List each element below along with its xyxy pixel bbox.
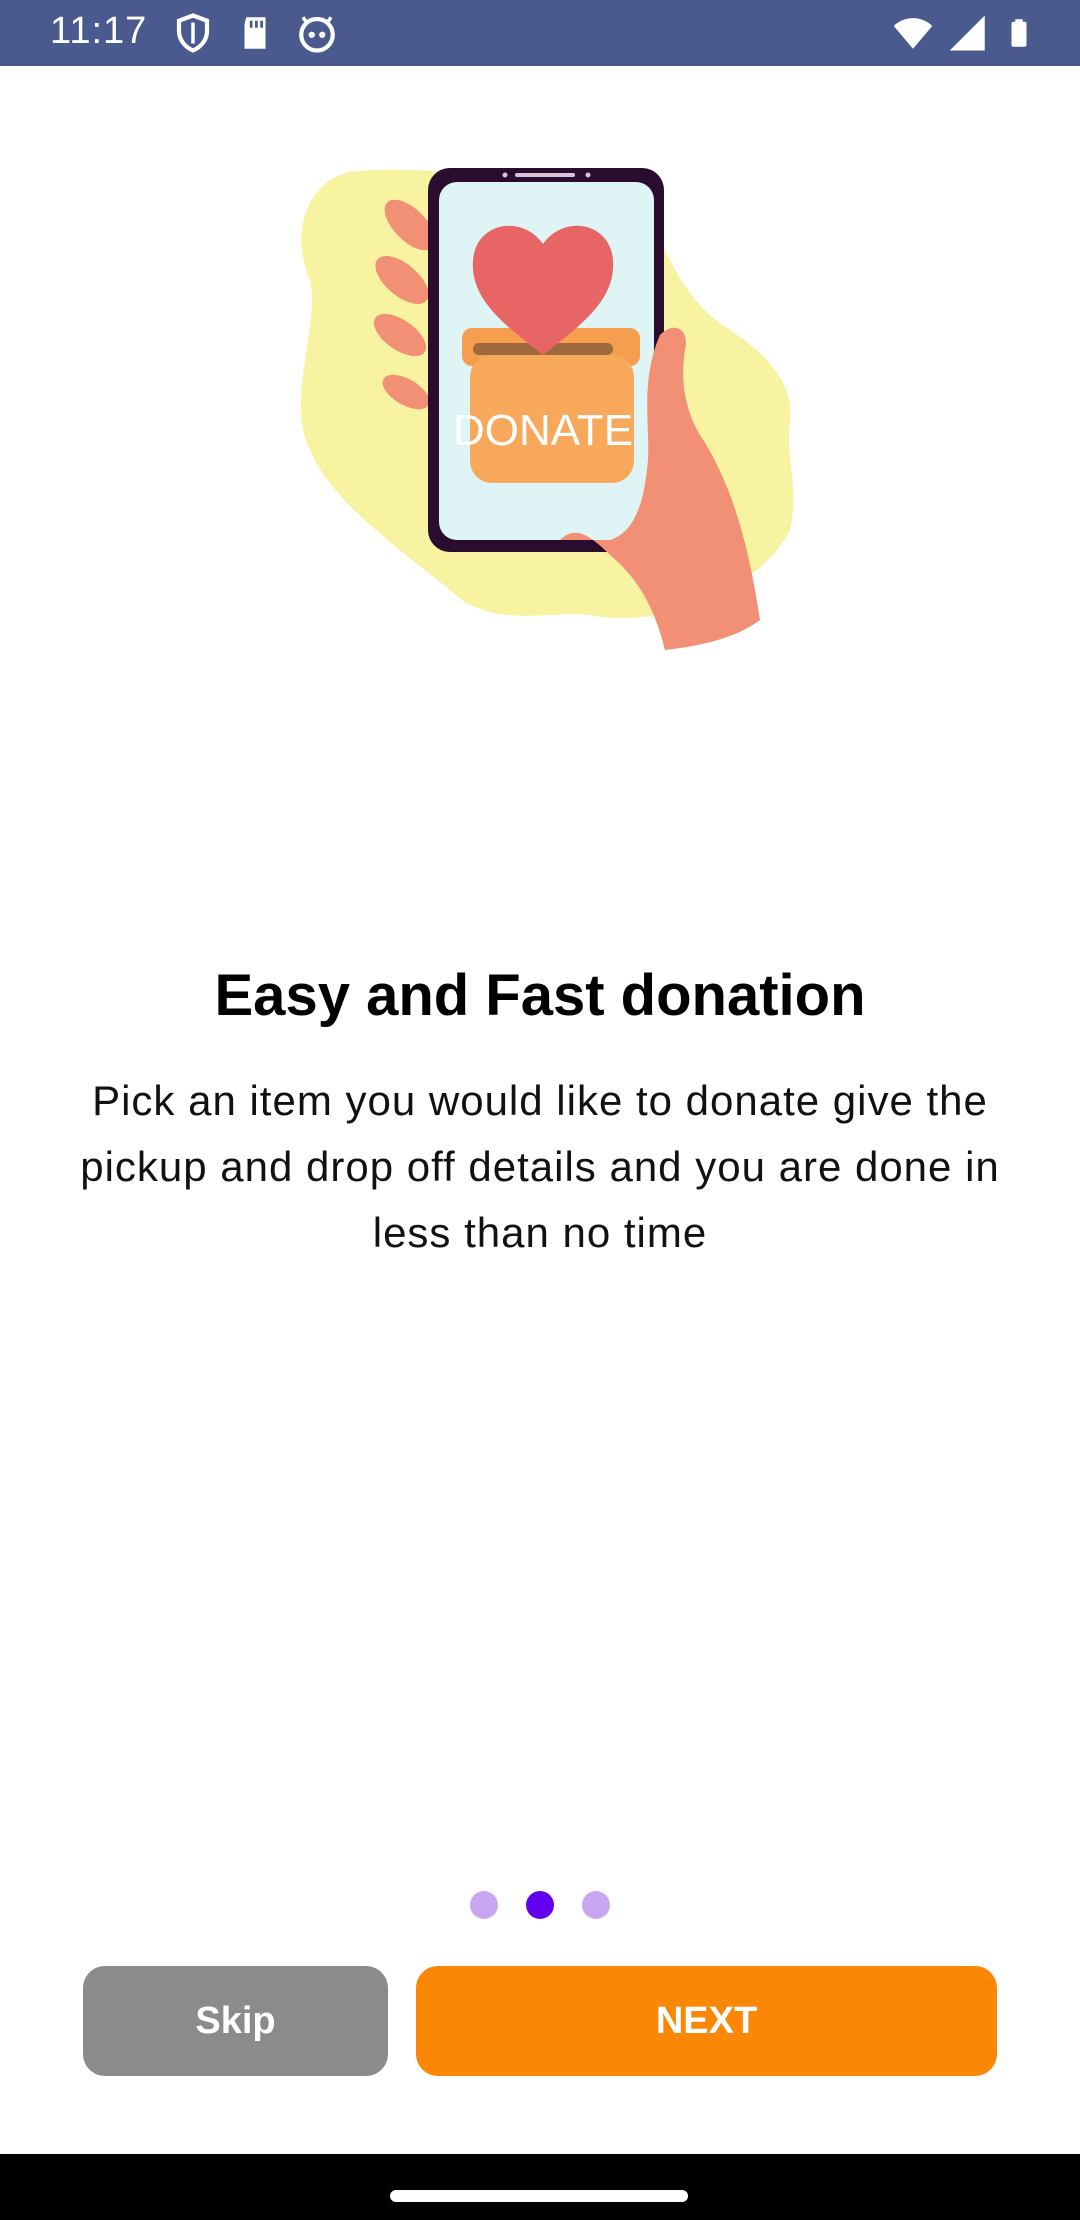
status-time: 11:17 — [50, 10, 148, 52]
page-dot-3[interactable] — [582, 1891, 610, 1919]
battery-icon — [1011, 19, 1027, 47]
page-dot-2-active[interactable] — [526, 1891, 554, 1919]
home-gesture-handle[interactable] — [390, 2190, 688, 2202]
signal-icon — [949, 15, 985, 51]
shield-icon — [176, 13, 210, 53]
robot-face-icon — [299, 16, 335, 53]
status-bar: 11:17 — [0, 0, 1080, 66]
navigation-bar — [0, 2154, 1080, 2220]
wifi-icon — [893, 18, 933, 49]
donate-phone-illustration: DONATE — [300, 168, 794, 650]
skip-button[interactable]: Skip — [83, 1966, 388, 2076]
next-button[interactable]: NEXT — [416, 1966, 997, 2076]
donate-label: DONATE — [453, 406, 633, 455]
sd-card-icon — [244, 17, 266, 49]
status-left-icons — [172, 12, 338, 54]
page-dot-1[interactable] — [470, 1891, 498, 1919]
onboarding-title: Easy and Fast donation — [214, 963, 866, 1028]
status-right-icons — [892, 12, 1034, 54]
page-indicator — [0, 1891, 1080, 1919]
onboarding-description: Pick an item you would like to donate gi… — [80, 1077, 1000, 1256]
